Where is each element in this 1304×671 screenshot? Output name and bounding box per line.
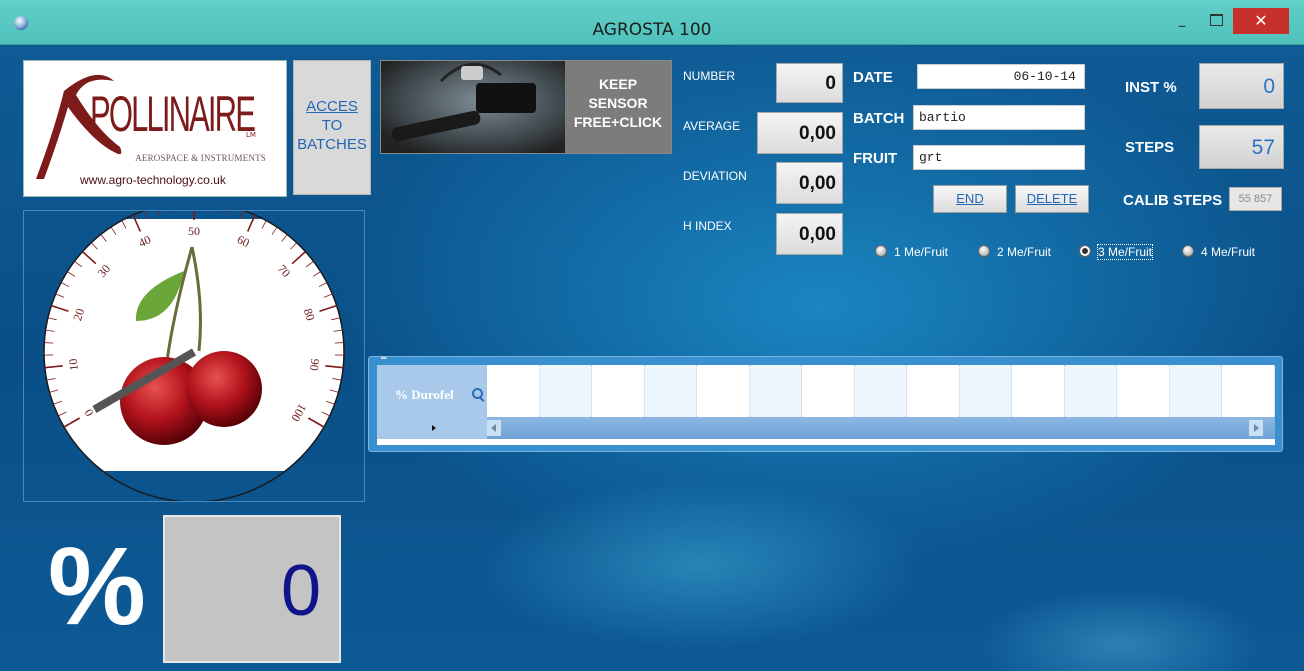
acces-line3: BATCHES: [297, 136, 367, 153]
sensor-line1: KEEP: [598, 76, 638, 92]
grid-cell[interactable]: [854, 365, 907, 417]
result-value: 0: [163, 515, 341, 663]
radio-dot-icon: [875, 245, 887, 257]
gauge-tick: [156, 206, 160, 216]
grid-cell[interactable]: [802, 365, 855, 417]
hindex-value: 0,00: [776, 213, 843, 255]
fruit-label: FRUIT: [853, 150, 898, 167]
window-title: AGROSTA 100: [592, 20, 712, 40]
end-button[interactable]: END: [933, 185, 1007, 213]
batch-label: BATCH: [853, 110, 905, 127]
grid-cell[interactable]: [1222, 365, 1275, 417]
gauge-panel: 0 10 20 30 40 50 60 70 80 90 100: [23, 201, 365, 503]
grid-cell[interactable]: [1117, 365, 1170, 417]
logo-mark: LM: [246, 131, 256, 139]
maximize-icon: [1210, 14, 1223, 26]
calib-label: CALIB STEPS: [1123, 192, 1223, 209]
logo-tagline: AEROSPACE & INSTRUMENTS: [135, 153, 266, 163]
arrow-left-icon: [491, 424, 496, 432]
gauge-tick-label: 10: [66, 358, 81, 371]
hindex-label: H INDEX: [683, 219, 732, 233]
company-logo: POLLINAIRE LM AEROSPACE & INSTRUMENTS ww…: [23, 60, 287, 197]
radio-dot-icon: [1182, 245, 1194, 257]
number-label: NUMBER: [683, 69, 736, 83]
gauge-tick-label: 90: [307, 358, 322, 371]
inst-value: 0: [1199, 63, 1284, 109]
durofel-grid[interactable]: ═ % Durofel: [368, 354, 1283, 452]
gauge-tick: [168, 204, 171, 214]
gauge-tick: [44, 342, 54, 344]
radio-3-me-fruit[interactable]: 3 Me/Fruit: [1079, 244, 1154, 260]
gauge-tick: [217, 204, 220, 214]
date-label: DATE: [853, 69, 893, 86]
sensor-click-button[interactable]: KEEP SENSOR FREE+CLICK: [380, 60, 672, 154]
acces-line1: ACCES: [306, 98, 358, 115]
gauge-tick-label: 50: [188, 224, 200, 238]
inst-label: INST %: [1125, 79, 1177, 96]
steps-label: STEPS: [1125, 139, 1175, 156]
average-value: 0,00: [757, 112, 843, 154]
grid-cell[interactable]: [959, 365, 1012, 417]
grid-cell[interactable]: [697, 365, 750, 417]
grid-cell[interactable]: [1169, 365, 1222, 417]
average-label: AVERAGE: [683, 119, 741, 133]
horizontal-scrollbar[interactable]: [487, 417, 1275, 439]
acces-line2: TO: [321, 117, 343, 134]
fruit-field[interactable]: grt: [913, 145, 1085, 170]
grid-cell[interactable]: [907, 365, 960, 417]
grid-cell[interactable]: [1012, 365, 1065, 417]
number-value: 0: [776, 63, 843, 103]
sensor-photo: [381, 61, 565, 153]
radio-label: 3 Me/Fruit: [1096, 244, 1154, 260]
grid-header-label: % Durofel: [395, 387, 454, 402]
logo-brand: POLLINAIRE: [90, 86, 256, 142]
title-bar: AGROSTA 100 – ✕: [0, 0, 1304, 45]
acces-batches-button[interactable]: ACCES TO BATCHES: [293, 60, 371, 195]
radio-label: 1 Me/Fruit: [894, 245, 949, 259]
radio-label: 2 Me/Fruit: [997, 245, 1052, 259]
grid-handle-icon: ═: [381, 354, 387, 364]
sensor-probe-icon: [391, 62, 536, 142]
grid-column-header[interactable]: % Durofel: [377, 365, 487, 417]
grid-cells[interactable]: [487, 365, 1275, 417]
radio-dot-selected-icon: [1079, 245, 1091, 257]
row-pointer-icon: [432, 425, 436, 431]
gauge-tick: [144, 210, 149, 219]
sensor-label: KEEP SENSOR FREE+CLICK: [565, 61, 671, 153]
deviation-value: 0,00: [776, 162, 843, 204]
grid-cell[interactable]: [592, 365, 645, 417]
calib-value: 55 857: [1229, 187, 1282, 211]
batch-field[interactable]: bartio: [913, 105, 1085, 130]
grid-cell[interactable]: [644, 365, 697, 417]
gauge-tick: [228, 206, 232, 216]
durofel-gauge: 0102030405060708090100: [43, 201, 345, 503]
scroll-left-button[interactable]: [487, 420, 501, 436]
radio-4-me-fruit[interactable]: 4 Me/Fruit: [1182, 245, 1255, 259]
gauge-tick: [239, 210, 244, 219]
gauge-tick: [334, 342, 344, 344]
radio-dot-icon: [978, 245, 990, 257]
percent-sign: %: [48, 525, 146, 648]
date-field[interactable]: 06-10-14: [917, 64, 1085, 89]
radio-label: 4 Me/Fruit: [1201, 245, 1256, 259]
maximize-button[interactable]: [1202, 10, 1230, 34]
radio-2-me-fruit[interactable]: 2 Me/Fruit: [978, 245, 1051, 259]
logo-url: www.agro-technology.co.uk: [80, 173, 226, 187]
steps-value: 57: [1199, 125, 1284, 169]
radio-1-me-fruit[interactable]: 1 Me/Fruit: [875, 245, 948, 259]
search-icon[interactable]: [472, 388, 483, 399]
sensor-line3: FREE+CLICK: [573, 114, 663, 130]
grid-cell[interactable]: [749, 365, 802, 417]
grid-body[interactable]: % Durofel: [377, 365, 1275, 445]
scroll-right-button[interactable]: [1249, 420, 1263, 436]
delete-button[interactable]: DELETE: [1015, 185, 1089, 213]
grid-cell[interactable]: [1064, 365, 1117, 417]
sensor-line2: SENSOR: [588, 95, 648, 111]
grid-cell[interactable]: [539, 365, 592, 417]
close-button[interactable]: ✕: [1233, 8, 1289, 34]
deviation-label: DEVIATION: [683, 169, 747, 183]
grid-cell[interactable]: [487, 365, 540, 417]
minimize-button[interactable]: –: [1168, 10, 1196, 35]
arrow-right-icon: [1254, 424, 1259, 432]
